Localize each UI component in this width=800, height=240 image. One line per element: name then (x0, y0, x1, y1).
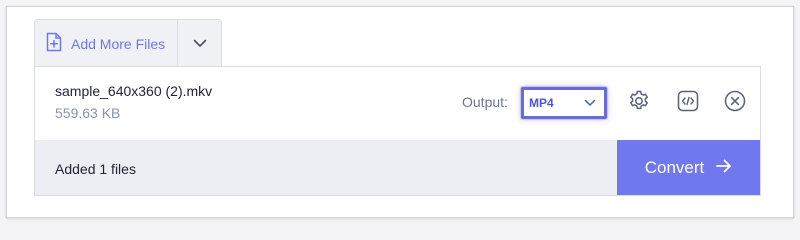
file-toolbar: Add More Files (34, 19, 223, 67)
output-format-value: MP4 (529, 96, 554, 110)
file-size: 559.63 KB (55, 105, 121, 121)
embed-code-icon (676, 89, 700, 118)
close-circle-icon (723, 89, 747, 118)
remove-file-button[interactable] (723, 89, 747, 118)
file-list-panel: sample_640x360 (2).mkv 559.63 KB Output:… (34, 66, 761, 196)
output-label: Output: (462, 94, 508, 110)
arrow-right-icon (716, 158, 732, 178)
convert-label: Convert (644, 157, 705, 177)
add-more-files-button[interactable]: Add More Files (35, 20, 177, 67)
added-files-status: Added 1 files (55, 161, 136, 177)
add-files-dropdown-button[interactable] (177, 20, 221, 67)
chevron-down-icon (193, 35, 207, 53)
gear-icon (627, 89, 651, 118)
chevron-down-icon (584, 94, 596, 112)
convert-button[interactable]: Convert (617, 140, 760, 195)
add-more-files-label: Add More Files (71, 35, 166, 52)
output-format-select[interactable]: MP4 (521, 87, 607, 119)
settings-button[interactable] (627, 89, 651, 118)
file-row: sample_640x360 (2).mkv 559.63 KB Output:… (35, 67, 760, 140)
embed-code-button[interactable] (676, 89, 700, 118)
file-name: sample_640x360 (2).mkv (55, 83, 213, 99)
status-footer: Added 1 files Convert (35, 140, 760, 195)
file-plus-icon (45, 32, 63, 55)
